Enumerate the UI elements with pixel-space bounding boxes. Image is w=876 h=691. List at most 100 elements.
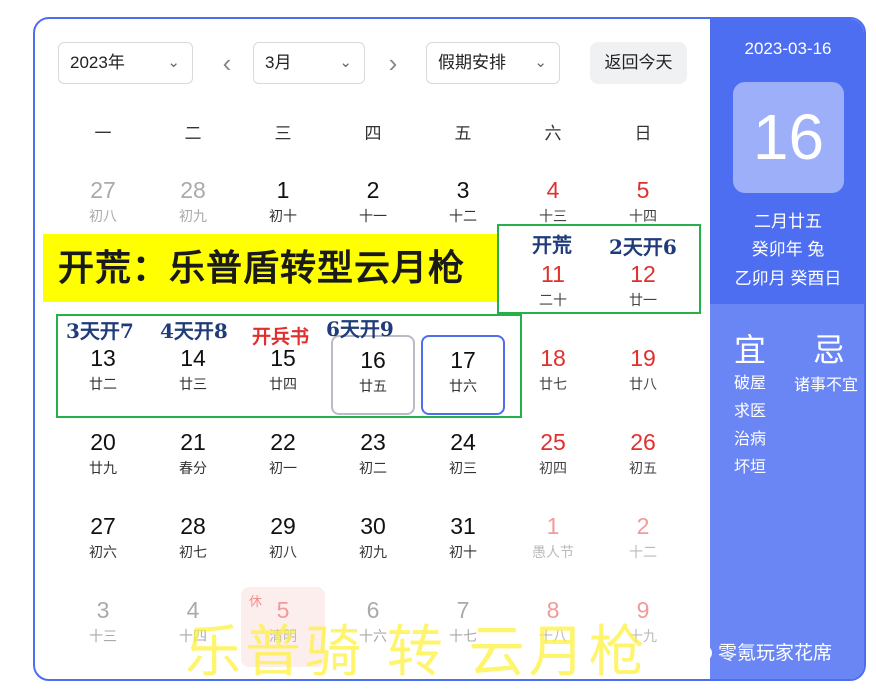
avoid-title: 忌 [813, 332, 846, 368]
back-to-today-button[interactable]: 返回今天 [590, 42, 687, 84]
day-number: 28 [180, 513, 206, 539]
day-cell[interactable]: 3 十三 [61, 587, 145, 667]
day-number: 24 [450, 429, 476, 455]
wechat-account-name: 零氪玩家花席 [718, 643, 833, 664]
day-cell[interactable]: 22 初一 [241, 419, 325, 499]
lunar-label: 初四 [539, 460, 567, 476]
day-number: 2 [636, 513, 650, 539]
lunar-label: 十三 [89, 628, 117, 644]
day-number: 29 [270, 513, 296, 539]
selected-date: 2023-03-16 [744, 39, 832, 58]
annotation-kaihuang: 开荒 [532, 233, 572, 257]
day-cell[interactable]: 26 初五 [601, 419, 685, 499]
lunar-date: 二月廿五 [754, 212, 822, 231]
lunar-label: 初五 [629, 460, 657, 476]
day-cell[interactable]: 21 春分 [151, 419, 235, 499]
suitable-item: 破屋 [734, 375, 767, 392]
day-number: 19 [630, 345, 656, 371]
annotation-headline: 开荒：乐普盾转型云月枪 [43, 234, 498, 302]
lunar-label: 愚人节 [532, 544, 574, 560]
weekday-label: 三 [274, 124, 292, 143]
lunar-label: 初八 [89, 208, 117, 224]
calendar-widget: 2023年 ⌄ ‹ 3月 ⌄ › 假期安排 ⌄ 返回今天 一 二 三 四 五 六 日 27 初… [33, 17, 866, 681]
annotation-day4: 4天开8 [160, 319, 228, 343]
day-cell[interactable]: 29 初八 [241, 503, 325, 583]
weekday-label: 一 [94, 124, 112, 143]
day-cell[interactable]: 2 十二 [601, 503, 685, 583]
annotation-day2: 2天开6 [609, 235, 677, 259]
day-number: 1 [546, 513, 560, 539]
day-cell[interactable]: 20 廿九 [61, 419, 145, 499]
day-cell[interactable]: 28 初七 [151, 503, 235, 583]
day-cell[interactable]: 19 廿八 [601, 335, 685, 415]
lunar-label: 春分 [179, 460, 207, 476]
chevron-down-icon: ⌄ [167, 54, 180, 71]
lunar-label: 廿七 [539, 376, 567, 392]
annotation-day6: 6天开9 [326, 317, 394, 341]
annotation-kaibing: 开兵书 [252, 326, 310, 348]
weekday-label: 六 [544, 124, 562, 143]
holiday-select[interactable]: 假期安排 ⌄ [426, 42, 560, 84]
lunar-label: 十三 [539, 208, 567, 224]
month-select[interactable]: 3月 ⌄ [253, 42, 365, 84]
annotation-day3: 3天开7 [66, 319, 134, 343]
lunar-label: 初九 [359, 544, 387, 560]
calendar-main: 2023年 ⌄ ‹ 3月 ⌄ › 假期安排 ⌄ 返回今天 一 二 三 四 五 六 日 27 初… [35, 19, 710, 679]
zodiac-year: 癸卯年 兔 [751, 240, 825, 259]
month-select-value: 3月 [265, 53, 292, 72]
wechat-icon [690, 644, 712, 662]
day-number: 25 [540, 429, 566, 455]
weekday-label: 二 [184, 124, 202, 143]
lunar-label: 初二 [359, 460, 387, 476]
day-number: 31 [450, 513, 476, 539]
day-number: 21 [180, 429, 206, 455]
lunar-label: 十二 [449, 208, 477, 224]
lunar-label: 初十 [449, 544, 477, 560]
day-number: 1 [276, 177, 290, 203]
lunar-label: 初六 [89, 544, 117, 560]
day-number: 2 [366, 177, 380, 203]
weekday-label: 四 [364, 124, 382, 143]
day-detail-panel: 2023-03-16 16 二月廿五 癸卯年 兔 乙卯月 癸酉日 宜 忌 破屋 … [710, 19, 864, 679]
day-number: 3 [456, 177, 470, 203]
lunar-label: 廿八 [629, 376, 657, 392]
ganzhi-date: 乙卯月 癸酉日 [734, 269, 842, 288]
prev-month-button[interactable]: ‹ [215, 42, 239, 84]
day-number: 22 [270, 429, 296, 455]
year-select-value: 2023年 [70, 53, 125, 72]
day-cell[interactable]: 25 初四 [511, 419, 595, 499]
day-number: 18 [540, 345, 566, 371]
chevron-down-icon: ⌄ [339, 54, 352, 71]
day-cell[interactable]: 24 初三 [421, 419, 505, 499]
weekday-label: 日 [634, 124, 652, 143]
holiday-select-value: 假期安排 [438, 53, 506, 72]
day-cell[interactable]: 31 初十 [421, 503, 505, 583]
day-cell[interactable]: 23 初二 [331, 419, 415, 499]
day-cell[interactable]: 30 初九 [331, 503, 415, 583]
day-number: 28 [180, 177, 206, 203]
suitable-item: 治病 [734, 431, 767, 448]
day-number: 30 [360, 513, 386, 539]
year-select[interactable]: 2023年 ⌄ [58, 42, 193, 84]
day-cell[interactable]: 18 廿七 [511, 335, 595, 415]
lunar-label: 初七 [179, 544, 207, 560]
lunar-label: 初十 [269, 208, 297, 224]
suitable-item: 坏垣 [734, 459, 767, 476]
lunar-label: 十一 [359, 208, 387, 224]
day-number: 27 [90, 177, 116, 203]
day-number: 23 [360, 429, 386, 455]
lunar-label: 廿九 [89, 460, 117, 476]
day-number: 4 [546, 177, 560, 203]
day-number: 5 [636, 177, 650, 203]
day-cell[interactable]: 1 愚人节 [511, 503, 595, 583]
wechat-watermark: 零氪玩家花席 [690, 638, 832, 665]
suitable-title: 宜 [734, 332, 767, 368]
day-number: 27 [90, 513, 116, 539]
next-month-button[interactable]: › [381, 42, 405, 84]
day-number: 26 [630, 429, 656, 455]
lunar-label: 初九 [179, 208, 207, 224]
annotation-bottom-watermark: 乐普骑 转 云月枪 [185, 620, 649, 681]
day-cell[interactable]: 27 初六 [61, 503, 145, 583]
lunar-label: 初一 [269, 460, 297, 476]
suitable-item: 求医 [734, 403, 767, 420]
